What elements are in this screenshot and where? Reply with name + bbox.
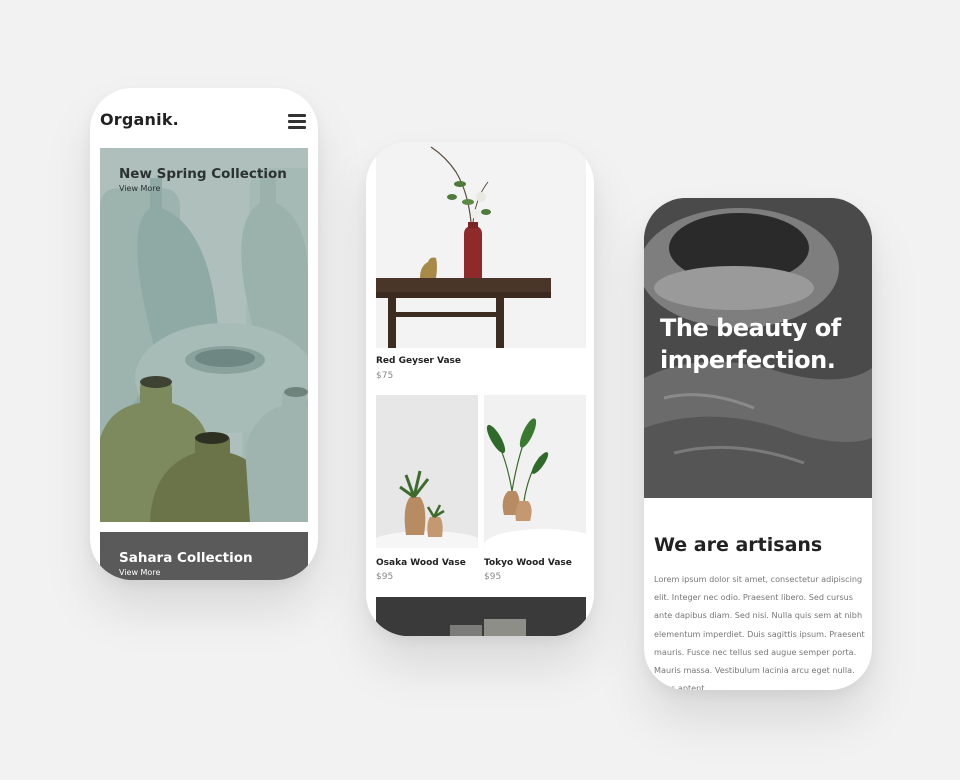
phone-mockup-home: Organik. New Spring Collection View More… bbox=[90, 88, 318, 580]
product-name[interactable]: Tokyo Wood Vase bbox=[484, 558, 572, 568]
phone-mockup-shop: Red Geyser Vase $75 Osaka Wood Vase $95 … bbox=[366, 142, 594, 636]
dark-product-image bbox=[376, 597, 586, 636]
hero-title: New Spring Collection bbox=[119, 166, 287, 182]
hero-pottery: The beauty of imperfection. bbox=[644, 198, 872, 498]
view-more-link[interactable]: View More bbox=[119, 184, 160, 193]
hamburger-menu-icon[interactable] bbox=[288, 114, 306, 129]
product-name[interactable]: Red Geyser Vase bbox=[376, 356, 461, 366]
phone-mockup-about: The beauty of imperfection. We are artis… bbox=[644, 198, 872, 690]
hero-new-spring-collection[interactable]: New Spring Collection View More bbox=[100, 148, 308, 522]
hero-headline: The beauty of imperfection. bbox=[660, 314, 841, 374]
card-sahara-collection[interactable]: Sahara Collection View More bbox=[100, 532, 308, 580]
view-more-link[interactable]: View More bbox=[119, 568, 160, 577]
product-price: $95 bbox=[484, 572, 502, 582]
product-image-red-geyser-vase[interactable] bbox=[376, 142, 586, 348]
brand-logo[interactable]: Organik. bbox=[100, 110, 179, 129]
product-image-partial[interactable] bbox=[376, 597, 586, 636]
product-price: $75 bbox=[376, 371, 394, 381]
card-title: Sahara Collection bbox=[119, 550, 253, 566]
product-name[interactable]: Osaka Wood Vase bbox=[376, 558, 466, 568]
wood-vase-plant-image bbox=[376, 395, 478, 548]
about-body-text: Lorem ipsum dolor sit amet, consectetur … bbox=[654, 574, 865, 690]
product-image-tokyo-wood-vase[interactable] bbox=[484, 395, 586, 548]
product-price: $95 bbox=[376, 572, 394, 582]
ceramic-bottles-image bbox=[100, 148, 308, 522]
about-title: We are artisans bbox=[654, 534, 823, 556]
product-image-osaka-wood-vase[interactable] bbox=[376, 395, 478, 548]
wood-vase-plant-image bbox=[484, 395, 586, 548]
vase-on-table-image bbox=[376, 142, 586, 348]
